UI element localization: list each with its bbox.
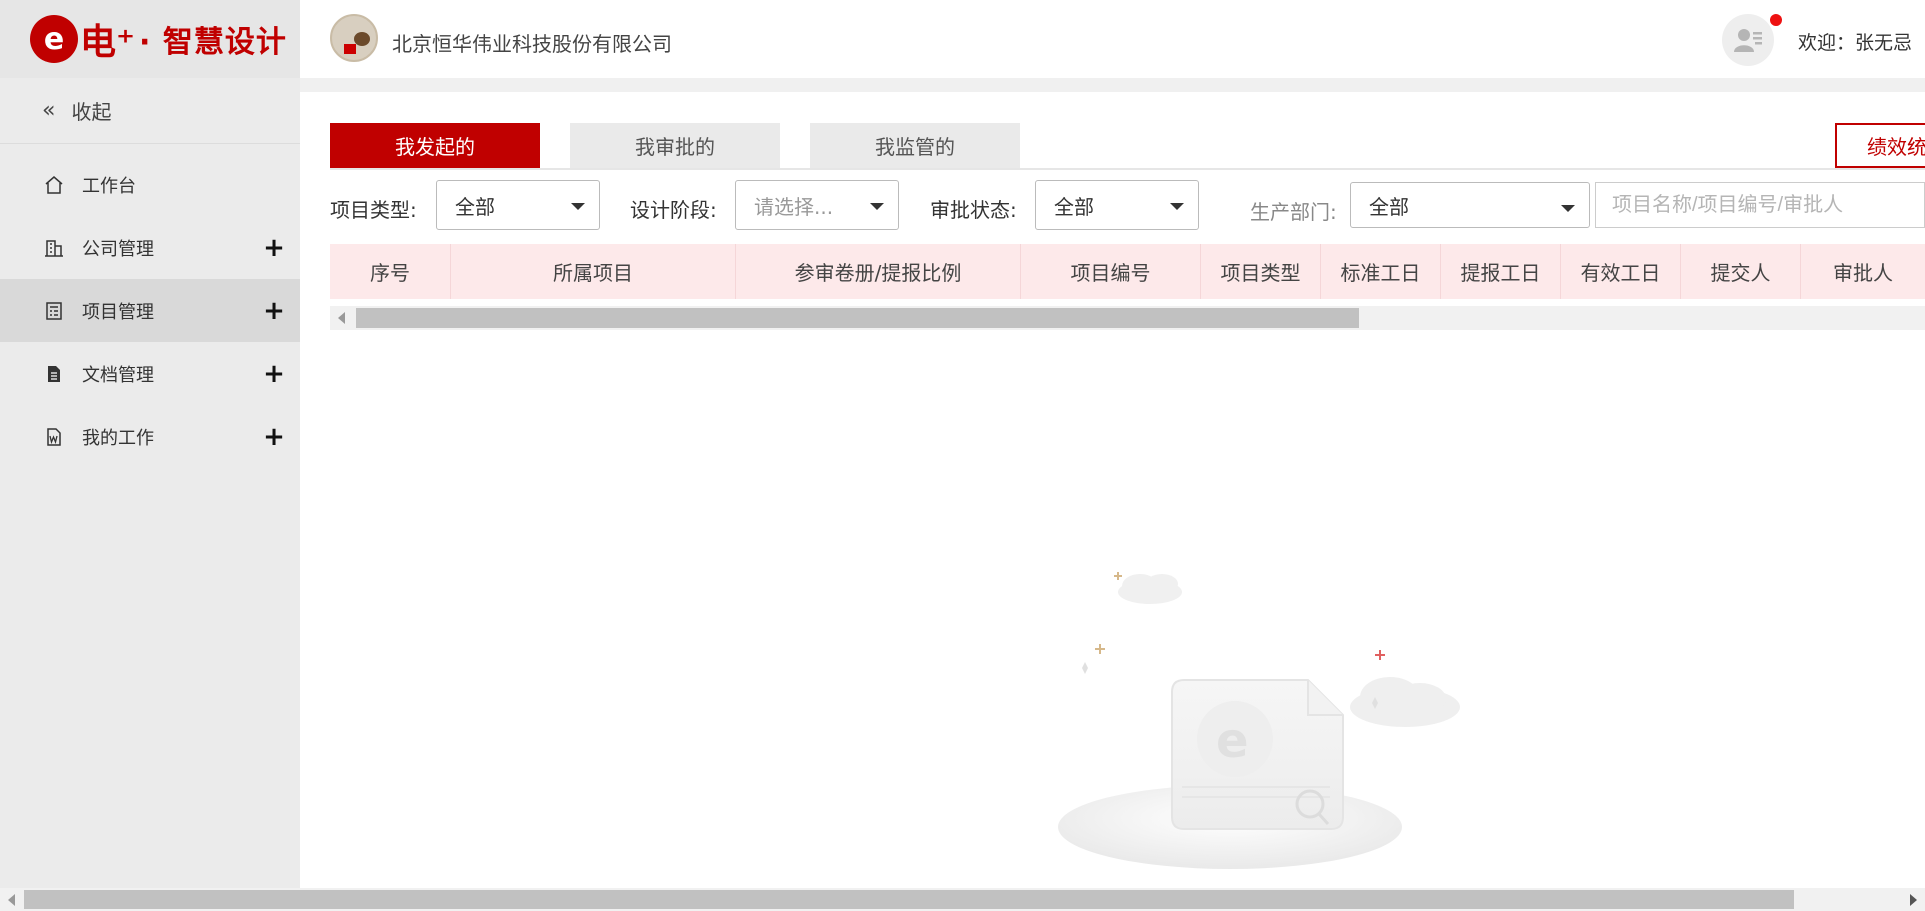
tab-initiated[interactable]: 我发起的 xyxy=(330,123,540,168)
expand-plus-icon[interactable]: + xyxy=(262,359,286,389)
app-window: e 电⁺ · 智慧设计 « 收起 工作台 公司管理 + 项目管理 + 文档管理 … xyxy=(0,0,1925,911)
design-stage-label: 设计阶段: xyxy=(630,198,717,222)
tab-approved[interactable]: 我审批的 xyxy=(570,123,780,168)
performance-stats-button[interactable]: 绩效统 xyxy=(1835,123,1925,168)
top-header: 北京恒华伟业科技股份有限公司 欢迎：张无忌 xyxy=(300,0,1925,78)
column-header[interactable]: 参审卷册/提报比例 xyxy=(736,244,1021,299)
brand-logo-mark: e xyxy=(30,15,78,63)
project-type-select[interactable]: 全部 xyxy=(436,180,600,230)
cloud-right xyxy=(1350,677,1460,727)
sidebar-item-projects[interactable]: 项目管理 + xyxy=(0,279,300,342)
company-logo xyxy=(330,14,378,62)
column-header[interactable]: 项目类型 xyxy=(1201,244,1321,299)
department-value: 全部 xyxy=(1369,194,1409,219)
word-file-icon xyxy=(47,427,61,446)
sidebar-item-workbench[interactable]: 工作台 xyxy=(0,153,300,216)
scroll-left-arrow-icon[interactable] xyxy=(338,312,345,324)
tab-divider xyxy=(330,168,1925,170)
expand-plus-icon[interactable]: + xyxy=(262,422,286,452)
column-header[interactable]: 序号 xyxy=(330,244,451,299)
column-header[interactable]: 项目编号 xyxy=(1021,244,1201,299)
user-card-icon xyxy=(1734,29,1762,52)
sidebar-collapse-button[interactable]: « 收起 xyxy=(0,78,300,144)
svg-text:e: e xyxy=(1216,713,1249,769)
sidebar-item-label: 项目管理 xyxy=(82,301,154,323)
project-type-value: 全部 xyxy=(455,194,495,219)
scrollbar-thumb[interactable] xyxy=(24,890,1794,909)
brand-logo[interactable]: e 电⁺ · 智慧设计 xyxy=(0,0,300,78)
building-icon xyxy=(45,239,63,257)
document-icon xyxy=(48,365,60,382)
diamond-icon xyxy=(1082,662,1088,674)
filter-bar: 项目类型: 全部 设计阶段: 请选择... 审批状态: 全部 生产部门: 全部 xyxy=(330,180,1925,232)
column-header[interactable]: 所属项目 xyxy=(451,244,736,299)
expand-plus-icon[interactable]: + xyxy=(262,233,286,263)
tab-bar: 我发起的 我审批的 我监管的 xyxy=(330,123,1020,168)
page-horizontal-scrollbar[interactable] xyxy=(0,888,1925,911)
sidebar-item-company[interactable]: 公司管理 + xyxy=(0,216,300,279)
calculator-icon xyxy=(46,301,62,320)
sparkle-red-icon xyxy=(1375,650,1385,660)
sidebar-item-label: 公司管理 xyxy=(82,238,154,260)
table-horizontal-scrollbar[interactable] xyxy=(330,306,1925,330)
sidebar-item-label: 我的工作 xyxy=(82,427,154,449)
sidebar: e 电⁺ · 智慧设计 « 收起 工作台 公司管理 + 项目管理 + 文档管理 … xyxy=(0,0,300,888)
empty-document: e xyxy=(1171,679,1344,830)
project-type-label: 项目类型: xyxy=(330,198,417,222)
column-header[interactable]: 提报工日 xyxy=(1441,244,1561,299)
sparkle-icon xyxy=(1095,572,1122,654)
sidebar-item-label: 文档管理 xyxy=(82,364,154,386)
approval-status-label: 审批状态: xyxy=(930,198,1017,222)
column-header[interactable]: 审批人 xyxy=(1801,244,1925,299)
approval-status-value: 全部 xyxy=(1054,194,1094,219)
user-avatar[interactable] xyxy=(1722,14,1774,66)
scroll-left-arrow-icon[interactable] xyxy=(8,894,15,906)
design-stage-placeholder: 请选择... xyxy=(754,194,834,219)
column-header[interactable]: 提交人 xyxy=(1681,244,1801,299)
sidebar-item-label: 工作台 xyxy=(82,175,136,197)
column-header[interactable]: 标准工日 xyxy=(1321,244,1441,299)
column-header[interactable]: 有效工日 xyxy=(1561,244,1681,299)
caret-down-icon xyxy=(1561,205,1575,212)
approval-status-select[interactable]: 全部 xyxy=(1035,180,1199,230)
department-label: 生产部门: xyxy=(1250,200,1337,224)
scroll-right-arrow-icon[interactable] xyxy=(1910,894,1917,906)
caret-down-icon xyxy=(571,203,585,210)
tab-supervised[interactable]: 我监管的 xyxy=(810,123,1020,168)
empty-state-illustration: e xyxy=(1058,572,1460,869)
brand-logo-text: · 智慧设计 xyxy=(139,25,287,60)
scrollbar-thumb[interactable] xyxy=(356,308,1359,328)
expand-plus-icon[interactable]: + xyxy=(262,296,286,326)
cloud-left xyxy=(1118,574,1182,604)
search-input[interactable] xyxy=(1595,182,1925,228)
sidebar-collapse-label: 收起 xyxy=(71,100,112,124)
company-logo-seal xyxy=(344,44,356,54)
table-header-row: 序号 所属项目 参审卷册/提报比例 项目编号 项目类型 标准工日 提报工日 有效… xyxy=(330,244,1925,299)
welcome-text: 欢迎：张无忌 xyxy=(1798,32,1913,54)
sidebar-item-documents[interactable]: 文档管理 + xyxy=(0,342,300,405)
caret-down-icon xyxy=(870,203,884,210)
design-stage-select[interactable]: 请选择... xyxy=(735,180,899,230)
company-name: 北京恒华伟业科技股份有限公司 xyxy=(392,32,672,56)
main-content: 我发起的 我审批的 我监管的 绩效统 项目类型: 全部 设计阶段: 请选择...… xyxy=(300,92,1925,888)
company-logo-mark xyxy=(354,32,370,46)
user-menu[interactable]: 欢迎：张无忌 xyxy=(1798,28,1925,55)
sidebar-item-my-work[interactable]: 我的工作 + xyxy=(0,405,300,468)
double-chevron-left-icon: « xyxy=(42,98,56,123)
home-icon xyxy=(45,175,63,194)
caret-down-icon xyxy=(1170,203,1184,210)
department-select[interactable]: 全部 xyxy=(1350,182,1590,228)
brand-logo-glyph: 电⁺ xyxy=(80,22,136,63)
notification-dot xyxy=(1770,14,1782,26)
